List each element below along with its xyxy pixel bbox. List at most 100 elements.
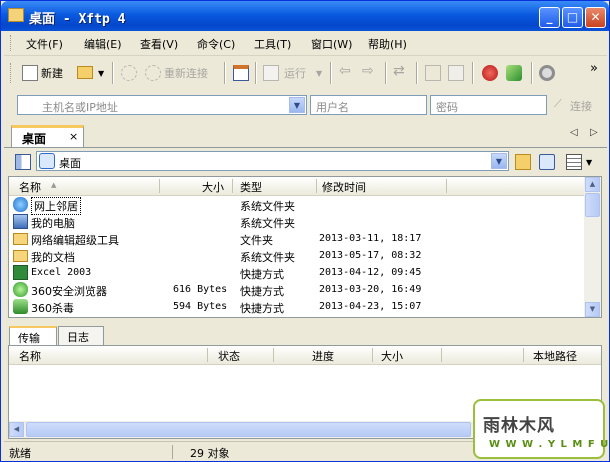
properties-icon[interactable]	[233, 65, 249, 81]
file-type: 快捷方式	[240, 302, 284, 315]
tab-log[interactable]: 日志	[58, 326, 104, 345]
column-local-path[interactable]: 本地路径	[533, 348, 577, 364]
menu-help[interactable]: 帮助(H)	[368, 36, 407, 52]
host-input[interactable]: 主机名或IP地址 ▼	[17, 95, 307, 115]
column-size[interactable]: 大小	[202, 179, 224, 195]
menu-bar: 文件(F) 编辑(E) 查看(V) 命令(C) 工具(T) 窗口(W) 帮助(H…	[4, 31, 607, 56]
file-name: Excel 2003	[31, 267, 92, 278]
file-list-header: 名称 ▲ 大小 类型 修改时间	[9, 177, 585, 196]
minimize-button[interactable]: _	[539, 7, 560, 28]
run-icon	[263, 65, 279, 81]
tab-close-icon[interactable]: ×	[69, 130, 78, 143]
menu-file[interactable]: 文件(F)	[26, 36, 63, 52]
column-divider[interactable]	[441, 348, 442, 362]
file-row[interactable]: 360杀毒 594 Bytes 快捷方式 2013-04-23, 15:07	[9, 298, 585, 315]
view-mode-icon[interactable]	[566, 154, 582, 170]
tab-log-label: 日志	[67, 331, 89, 344]
xshell-icon[interactable]	[482, 65, 498, 81]
toolbar-separator	[416, 62, 418, 84]
toolbar-overflow-icon[interactable]: »	[590, 61, 598, 76]
column-transfer-size[interactable]: 大小	[381, 348, 403, 364]
column-divider[interactable]	[159, 179, 160, 193]
status-state: 就绪	[9, 447, 31, 460]
file-type: 快捷方式	[240, 268, 284, 281]
excel-icon	[13, 265, 28, 280]
sidebar-toggle-icon[interactable]	[15, 154, 31, 170]
title-bar[interactable]: 桌面 - Xftp 4 _ □ ✕	[1, 1, 609, 31]
column-progress[interactable]: 进度	[312, 348, 334, 364]
copy-icon[interactable]	[425, 65, 441, 81]
tab-next-icon[interactable]: ▷	[590, 127, 598, 138]
parent-folder-icon[interactable]	[515, 154, 531, 170]
chevron-down-icon: ▼	[98, 69, 105, 78]
host-dropdown-icon[interactable]: ▼	[289, 97, 305, 113]
scroll-left-icon[interactable]: ◀	[9, 422, 24, 437]
menu-tools[interactable]: 工具(T)	[254, 36, 291, 52]
run-label: 运行	[284, 67, 306, 80]
menubar-grip[interactable]	[10, 35, 14, 51]
chevron-down-icon[interactable]: ▼	[586, 158, 592, 167]
column-divider[interactable]	[232, 179, 233, 193]
column-name[interactable]: 名称	[19, 179, 41, 195]
password-input[interactable]: 密码	[430, 95, 547, 115]
file-row[interactable]: 网络编辑超级工具 文件夹 2013-03-11, 18:17	[9, 230, 585, 247]
new-session-icon	[22, 65, 38, 81]
scroll-up-icon[interactable]: ▲	[585, 177, 600, 192]
column-divider[interactable]	[207, 348, 208, 362]
username-input[interactable]: 用户名	[310, 95, 427, 115]
maximize-button[interactable]: □	[562, 7, 583, 28]
file-type: 系统文件夹	[240, 217, 295, 230]
back-icon[interactable]: ⇦	[339, 63, 351, 79]
xmanager-icon[interactable]	[506, 65, 522, 81]
file-modified: 2013-04-23, 15:07	[319, 301, 422, 312]
connect-icon: ⟋	[554, 97, 562, 110]
column-divider[interactable]	[372, 348, 373, 362]
menu-view[interactable]: 查看(V)	[140, 36, 178, 52]
column-divider[interactable]	[523, 348, 524, 362]
menu-command[interactable]: 命令(C)	[197, 36, 235, 52]
paste-icon[interactable]	[448, 65, 464, 81]
transfer-list-header: 名称 状态 进度 大小 本地路径	[9, 346, 601, 365]
column-divider[interactable]	[446, 179, 447, 193]
file-row[interactable]: 我的文档 系统文件夹 2013-05-17, 08:32	[9, 247, 585, 264]
file-size: 616 Bytes	[173, 284, 228, 295]
connection-bar: 主机名或IP地址 ▼ 用户名 密码 ⟋ 连接	[4, 91, 607, 121]
tab-transfer[interactable]: 传输	[9, 326, 57, 345]
file-row[interactable]: 网上邻居 系统文件夹	[9, 196, 585, 215]
antivirus-360-icon	[13, 299, 28, 314]
folder-icon	[13, 233, 28, 245]
file-row[interactable]: 我的电脑 系统文件夹	[9, 213, 585, 230]
file-modified: 2013-05-17, 08:32	[319, 250, 422, 261]
scroll-down-icon[interactable]: ▼	[585, 302, 600, 317]
file-list-scrollbar[interactable]: ▲ ▼	[584, 177, 601, 317]
toolbar-grip[interactable]	[10, 63, 14, 83]
column-divider[interactable]	[273, 348, 274, 362]
file-modified: 2013-03-20, 16:49	[319, 284, 422, 295]
refresh-icon[interactable]	[539, 154, 555, 170]
path-bar: 桌面 ▼ ▼	[4, 147, 607, 176]
column-type[interactable]: 类型	[240, 179, 262, 195]
path-input[interactable]: 桌面 ▼	[36, 151, 509, 171]
column-divider[interactable]	[316, 179, 317, 193]
tab-prev-icon[interactable]: ◁	[570, 127, 578, 138]
options-icon[interactable]	[539, 65, 555, 81]
column-status[interactable]: 状态	[218, 348, 240, 364]
browser-360-icon	[13, 282, 28, 297]
menu-window[interactable]: 窗口(W)	[311, 36, 352, 52]
forward-icon[interactable]: ⇨	[362, 63, 374, 79]
menu-edit[interactable]: 编辑(E)	[84, 36, 122, 52]
scroll-thumb[interactable]	[585, 193, 600, 217]
host-placeholder: 主机名或IP地址	[42, 101, 118, 114]
window-title: 桌面 - Xftp 4	[29, 12, 126, 27]
sync-icon[interactable]: ⇄	[393, 63, 405, 79]
file-row[interactable]: 360安全浏览器 616 Bytes 快捷方式 2013-03-20, 16:4…	[9, 281, 585, 298]
close-button[interactable]: ✕	[585, 7, 606, 28]
column-transfer-name[interactable]: 名称	[19, 348, 41, 364]
disconnect-icon[interactable]	[121, 65, 137, 81]
scroll-thumb[interactable]	[26, 422, 471, 437]
tab-desktop[interactable]: 桌面 ×	[11, 125, 84, 147]
path-dropdown-icon[interactable]: ▼	[491, 153, 507, 169]
documents-icon	[13, 250, 28, 262]
file-row[interactable]: Excel 2003 快捷方式 2013-04-12, 09:45	[9, 264, 585, 281]
column-modified[interactable]: 修改时间	[322, 179, 366, 195]
